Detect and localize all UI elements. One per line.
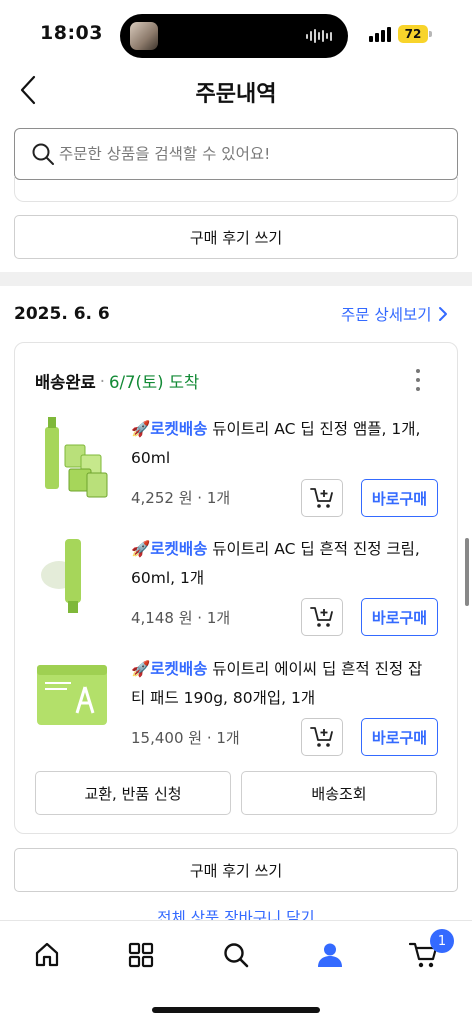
tracking-button[interactable]: 배송조회: [241, 771, 437, 815]
add-to-cart-icon[interactable]: [301, 479, 343, 517]
list-item[interactable]: 🚀로켓배송 듀이트리 AC 딥 진정 앰플, 1개, 60ml 4,252 원 …: [15, 415, 459, 535]
signal-icon: [369, 26, 391, 42]
order-detail-link[interactable]: 주문 상세보기: [341, 303, 448, 325]
list-item[interactable]: 🚀로켓배송 듀이트리 에이씨 딥 흔적 진정 잡티 패드 190g, 80개입,…: [15, 655, 459, 775]
dynamic-island: [120, 14, 348, 58]
delivery-status-label: 배송완료: [35, 373, 96, 392]
add-to-cart-icon[interactable]: [301, 598, 343, 636]
order-date: 2025. 6. 6: [14, 304, 110, 324]
status-separator: ·: [99, 371, 105, 391]
section-divider: [0, 272, 472, 286]
price-value: 15,400 원: [131, 729, 203, 747]
add-to-cart-icon[interactable]: [301, 718, 343, 756]
category-icon[interactable]: [123, 937, 159, 973]
page-title: 주문내역: [195, 82, 277, 107]
order-card: 배송완료 · 6/7(토) 도착 🚀로켓배송 듀이트리 AC 딥 진정 앰플, …: [14, 342, 458, 834]
product-price: 15,400 원 · 1개: [131, 729, 240, 747]
review-button[interactable]: 구매 후기 쓰기: [14, 848, 458, 892]
home-icon[interactable]: [29, 937, 65, 973]
buy-now-button[interactable]: 바로구매: [361, 479, 438, 517]
product-image-cream: [35, 535, 111, 625]
page-header: 주문내역: [0, 64, 472, 116]
previous-order-card: [14, 176, 458, 202]
search-icon: [31, 142, 55, 166]
search-box[interactable]: [14, 128, 458, 180]
quantity: 1개: [206, 489, 231, 507]
product-name[interactable]: 🚀로켓배송 듀이트리 AC 딥 흔적 진정 크림, 60ml, 1개: [131, 535, 431, 593]
status-bar: 18:03 72: [0, 0, 472, 60]
buy-now-button[interactable]: 바로구매: [361, 598, 438, 636]
search-icon[interactable]: [218, 937, 254, 973]
price-value: 4,148 원: [131, 609, 193, 627]
product-image-ampoule: [35, 415, 111, 505]
now-playing-thumbnail: [130, 22, 158, 50]
delivery-status: 배송완료 · 6/7(토) 도착: [35, 369, 199, 393]
price-value: 4,252 원: [131, 489, 193, 507]
search-input[interactable]: [59, 141, 439, 167]
product-price: 4,148 원 · 1개: [131, 609, 231, 627]
order-detail-label: 주문 상세보기: [341, 306, 432, 324]
quantity: 1개: [206, 609, 231, 627]
rocket-delivery-badge: 🚀로켓배송: [131, 420, 208, 438]
prev-review-button[interactable]: 구매 후기 쓰기: [14, 215, 458, 259]
battery-cap: [429, 31, 432, 37]
arrival-date: 6/7(토) 도착: [108, 373, 200, 392]
list-item[interactable]: 🚀로켓배송 듀이트리 AC 딥 흔적 진정 크림, 60ml, 1개 4,148…: [15, 535, 459, 655]
rocket-delivery-badge: 🚀로켓배송: [131, 540, 208, 558]
buy-now-button[interactable]: 바로구매: [361, 718, 438, 756]
chevron-right-icon: [438, 307, 447, 321]
product-price: 4,252 원 · 1개: [131, 489, 231, 507]
cart-count-badge: 1: [430, 929, 454, 953]
my-icon[interactable]: [312, 937, 348, 973]
scrollbar[interactable]: [465, 538, 469, 606]
rocket-delivery-badge: 🚀로켓배송: [131, 660, 208, 678]
product-name[interactable]: 🚀로켓배송 듀이트리 에이씨 딥 흔적 진정 잡티 패드 190g, 80개입,…: [131, 655, 431, 713]
product-name[interactable]: 🚀로켓배송 듀이트리 AC 딥 진정 앰플, 1개, 60ml: [131, 415, 431, 473]
battery-icon: 72: [398, 25, 428, 43]
home-indicator: [152, 1007, 320, 1013]
quantity: 1개: [216, 729, 240, 747]
exchange-return-button[interactable]: 교환, 반품 신청: [35, 771, 231, 815]
status-time: 18:03: [40, 22, 103, 44]
more-options-icon[interactable]: [415, 369, 421, 391]
product-image-pad: [35, 655, 111, 745]
audio-wave-icon: [306, 28, 332, 44]
